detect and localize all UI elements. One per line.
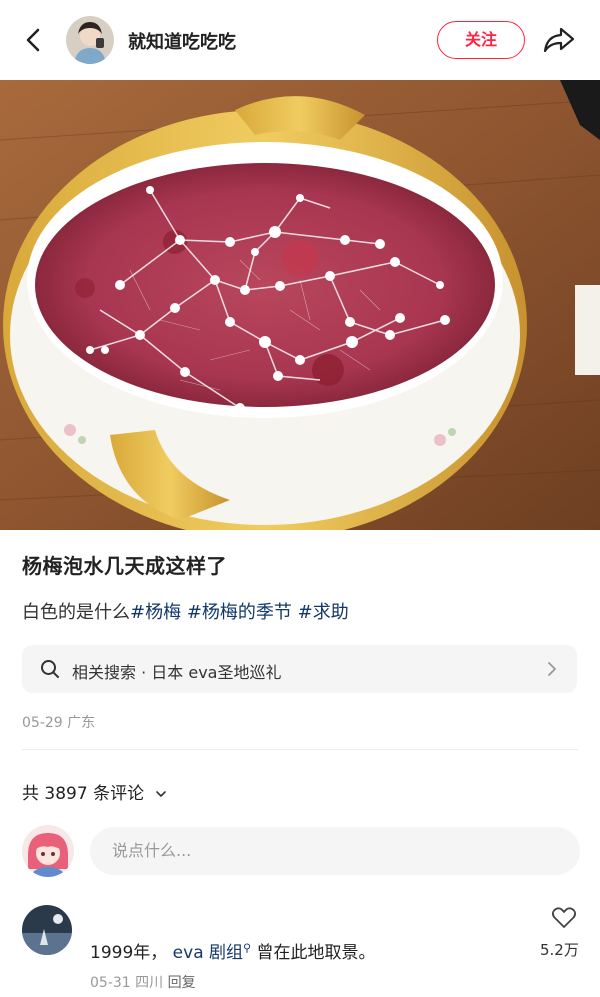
share-icon[interactable] [542, 24, 576, 56]
chevron-left-icon[interactable] [20, 24, 48, 56]
comment-text: 1999年， eva 剧组⚲ 曾在此地取景。 [90, 938, 375, 963]
divider [22, 749, 578, 750]
comment-meta: 05-31 四川 回复 [90, 972, 196, 992]
related-search-bar[interactable]: 相关搜索 · 日本 eva圣地巡礼 [22, 645, 577, 693]
comment-input[interactable]: 说点什么... [90, 827, 580, 875]
post-description-text: 白色的是什么 [22, 602, 130, 623]
search-icon [41, 660, 59, 678]
comment-date-location: 05-31 四川 [90, 975, 164, 991]
chevron-right-icon [548, 662, 556, 676]
top-bar: 就知道吃吃吃 关注 [0, 0, 600, 80]
comment-text-prefix: 1999年， [90, 943, 168, 963]
reply-button[interactable]: 回复 [168, 975, 196, 991]
user-avatar[interactable] [22, 825, 74, 877]
hashtag-link[interactable]: #求助 [298, 602, 349, 623]
chevron-down-icon [156, 791, 167, 797]
hashtag-link[interactable]: #杨梅 [130, 602, 181, 623]
post-description: 白色的是什么#杨梅 #杨梅的季节 #求助 [22, 598, 349, 624]
like-count: 5.2万 [540, 941, 579, 959]
comment-text-suffix: 曾在此地取景。 [256, 943, 376, 963]
heart-icon[interactable] [551, 906, 577, 930]
post-title: 杨梅泡水几天成这样了 [22, 554, 227, 578]
search-icon: ⚲ [243, 941, 252, 955]
hashtag-link[interactable]: #杨梅的季节 [187, 602, 292, 623]
follow-button[interactable]: 关注 [437, 21, 525, 59]
comment-count-sort[interactable]: 共 3897 条评论 [22, 779, 167, 804]
commenter-avatar[interactable] [22, 905, 72, 955]
related-search-text: 相关搜索 · 日本 eva圣地巡礼 [72, 663, 282, 682]
post-date-location: 05-29 广东 [22, 715, 96, 731]
author-avatar[interactable] [66, 16, 114, 64]
comment-link[interactable]: eva 剧组 [173, 943, 243, 963]
comment-count-label: 共 3897 条评论 [22, 784, 145, 804]
author-name[interactable]: 就知道吃吃吃 [128, 28, 236, 54]
post-image[interactable] [0, 80, 600, 530]
